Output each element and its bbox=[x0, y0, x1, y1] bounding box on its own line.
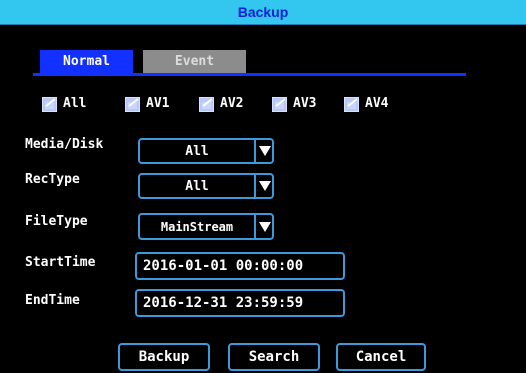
check-icon[interactable] bbox=[199, 96, 214, 112]
start-time-label: StartTime bbox=[25, 255, 96, 270]
file-type-value: MainStream bbox=[160, 219, 234, 234]
start-time-input[interactable]: 2016-01-01 00:00:00 bbox=[135, 252, 345, 280]
triangle-down-icon[interactable] bbox=[254, 140, 274, 162]
check-icon[interactable] bbox=[125, 96, 140, 112]
checkbox-av2[interactable]: AV2 bbox=[199, 96, 243, 112]
triangle-down-icon[interactable] bbox=[254, 215, 274, 238]
rec-type-value: All bbox=[185, 178, 209, 194]
check-icon[interactable] bbox=[272, 96, 287, 112]
checkbox-av1[interactable]: AV1 bbox=[125, 96, 169, 112]
file-type-select[interactable]: MainStream bbox=[138, 213, 274, 240]
cancel-button[interactable]: Cancel bbox=[336, 343, 426, 371]
tab-normal[interactable]: Normal bbox=[40, 50, 133, 74]
media-disk-select[interactable]: All bbox=[138, 138, 274, 164]
triangle-down-icon[interactable] bbox=[254, 175, 274, 197]
rec-type-label: RecType bbox=[25, 172, 80, 187]
checkbox-av3-label: AV3 bbox=[293, 96, 317, 111]
file-type-label: FileType bbox=[25, 214, 88, 229]
tab-underline bbox=[33, 73, 466, 76]
tab-event[interactable]: Event bbox=[143, 50, 246, 74]
window-title: Backup bbox=[237, 4, 289, 20]
window-title-bar: Backup bbox=[0, 0, 526, 25]
checkbox-all[interactable]: All bbox=[42, 96, 86, 112]
search-button[interactable]: Search bbox=[228, 343, 320, 371]
media-disk-value: All bbox=[185, 143, 209, 159]
checkbox-av1-label: AV1 bbox=[146, 96, 170, 111]
checkbox-all-label: All bbox=[63, 96, 87, 111]
check-icon[interactable] bbox=[344, 96, 359, 112]
check-icon[interactable] bbox=[42, 96, 57, 112]
checkbox-av2-label: AV2 bbox=[220, 96, 244, 111]
media-disk-label: Media/Disk bbox=[25, 137, 104, 152]
end-time-input[interactable]: 2016-12-31 23:59:59 bbox=[135, 289, 345, 317]
checkbox-av3[interactable]: AV3 bbox=[272, 96, 316, 112]
checkbox-av4-label: AV4 bbox=[365, 96, 389, 111]
end-time-value: 2016-12-31 23:59:59 bbox=[143, 295, 304, 311]
checkbox-av4[interactable]: AV4 bbox=[344, 96, 388, 112]
rec-type-select[interactable]: All bbox=[138, 173, 274, 199]
end-time-label: EndTime bbox=[25, 293, 80, 308]
backup-button[interactable]: Backup bbox=[118, 343, 210, 371]
start-time-value: 2016-01-01 00:00:00 bbox=[143, 258, 304, 274]
